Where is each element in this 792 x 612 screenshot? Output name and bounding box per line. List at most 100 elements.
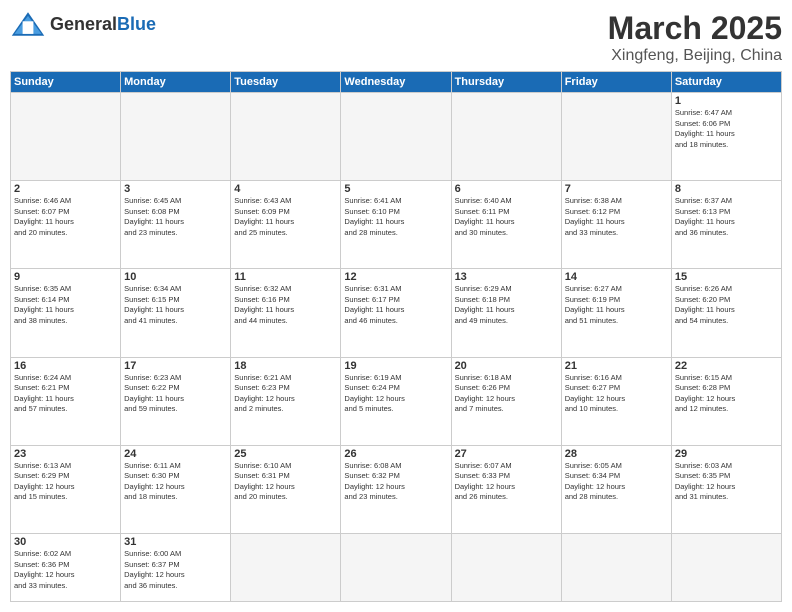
- calendar-cell: 17Sunrise: 6:23 AM Sunset: 6:22 PM Dayli…: [121, 357, 231, 445]
- day-info: Sunrise: 6:37 AM Sunset: 6:13 PM Dayligh…: [675, 196, 778, 238]
- day-number: 19: [344, 360, 447, 372]
- day-number: 16: [14, 360, 117, 372]
- calendar-cell: [11, 93, 121, 181]
- day-number: 21: [565, 360, 668, 372]
- day-info: Sunrise: 6:43 AM Sunset: 6:09 PM Dayligh…: [234, 196, 337, 238]
- calendar-table: SundayMondayTuesdayWednesdayThursdayFrid…: [10, 71, 782, 602]
- day-info: Sunrise: 6:11 AM Sunset: 6:30 PM Dayligh…: [124, 461, 227, 503]
- day-info: Sunrise: 6:23 AM Sunset: 6:22 PM Dayligh…: [124, 373, 227, 415]
- calendar-cell: 20Sunrise: 6:18 AM Sunset: 6:26 PM Dayli…: [451, 357, 561, 445]
- day-number: 7: [565, 183, 668, 195]
- main-title: March 2025: [608, 10, 782, 47]
- calendar-cell: 27Sunrise: 6:07 AM Sunset: 6:33 PM Dayli…: [451, 445, 561, 533]
- day-info: Sunrise: 6:26 AM Sunset: 6:20 PM Dayligh…: [675, 284, 778, 326]
- calendar-cell: [561, 534, 671, 602]
- day-info: Sunrise: 6:02 AM Sunset: 6:36 PM Dayligh…: [14, 549, 117, 591]
- day-number: 30: [14, 536, 117, 548]
- calendar-cell: 2Sunrise: 6:46 AM Sunset: 6:07 PM Daylig…: [11, 181, 121, 269]
- calendar-cell: 29Sunrise: 6:03 AM Sunset: 6:35 PM Dayli…: [671, 445, 781, 533]
- day-info: Sunrise: 6:10 AM Sunset: 6:31 PM Dayligh…: [234, 461, 337, 503]
- calendar-cell: [341, 93, 451, 181]
- subtitle: Xingfeng, Beijing, China: [608, 47, 782, 65]
- calendar-week-0: 1Sunrise: 6:47 AM Sunset: 6:06 PM Daylig…: [11, 93, 782, 181]
- calendar-cell: 26Sunrise: 6:08 AM Sunset: 6:32 PM Dayli…: [341, 445, 451, 533]
- day-number: 5: [344, 183, 447, 195]
- day-info: Sunrise: 6:00 AM Sunset: 6:37 PM Dayligh…: [124, 549, 227, 591]
- day-info: Sunrise: 6:32 AM Sunset: 6:16 PM Dayligh…: [234, 284, 337, 326]
- calendar-cell: [451, 534, 561, 602]
- calendar-header-saturday: Saturday: [671, 72, 781, 93]
- calendar-cell: 24Sunrise: 6:11 AM Sunset: 6:30 PM Dayli…: [121, 445, 231, 533]
- day-number: 20: [455, 360, 558, 372]
- calendar-cell: 5Sunrise: 6:41 AM Sunset: 6:10 PM Daylig…: [341, 181, 451, 269]
- calendar-cell: [451, 93, 561, 181]
- calendar-cell: [341, 534, 451, 602]
- calendar-cell: 28Sunrise: 6:05 AM Sunset: 6:34 PM Dayli…: [561, 445, 671, 533]
- day-number: 12: [344, 271, 447, 283]
- day-number: 10: [124, 271, 227, 283]
- calendar-cell: [671, 534, 781, 602]
- day-number: 28: [565, 448, 668, 460]
- calendar-cell: 22Sunrise: 6:15 AM Sunset: 6:28 PM Dayli…: [671, 357, 781, 445]
- header: GeneralBlue March 2025 Xingfeng, Beijing…: [10, 10, 782, 65]
- calendar-cell: 19Sunrise: 6:19 AM Sunset: 6:24 PM Dayli…: [341, 357, 451, 445]
- calendar-header-wednesday: Wednesday: [341, 72, 451, 93]
- calendar-cell: 30Sunrise: 6:02 AM Sunset: 6:36 PM Dayli…: [11, 534, 121, 602]
- calendar-cell: 7Sunrise: 6:38 AM Sunset: 6:12 PM Daylig…: [561, 181, 671, 269]
- day-info: Sunrise: 6:13 AM Sunset: 6:29 PM Dayligh…: [14, 461, 117, 503]
- calendar-cell: 4Sunrise: 6:43 AM Sunset: 6:09 PM Daylig…: [231, 181, 341, 269]
- calendar-cell: 3Sunrise: 6:45 AM Sunset: 6:08 PM Daylig…: [121, 181, 231, 269]
- day-info: Sunrise: 6:19 AM Sunset: 6:24 PM Dayligh…: [344, 373, 447, 415]
- logo: GeneralBlue: [10, 10, 156, 38]
- day-info: Sunrise: 6:46 AM Sunset: 6:07 PM Dayligh…: [14, 196, 117, 238]
- day-number: 24: [124, 448, 227, 460]
- day-number: 14: [565, 271, 668, 283]
- day-number: 18: [234, 360, 337, 372]
- calendar-week-4: 23Sunrise: 6:13 AM Sunset: 6:29 PM Dayli…: [11, 445, 782, 533]
- calendar-header-sunday: Sunday: [11, 72, 121, 93]
- title-block: March 2025 Xingfeng, Beijing, China: [608, 10, 782, 65]
- day-info: Sunrise: 6:16 AM Sunset: 6:27 PM Dayligh…: [565, 373, 668, 415]
- calendar-cell: [231, 93, 341, 181]
- day-info: Sunrise: 6:29 AM Sunset: 6:18 PM Dayligh…: [455, 284, 558, 326]
- calendar-cell: [231, 534, 341, 602]
- page: GeneralBlue March 2025 Xingfeng, Beijing…: [0, 0, 792, 612]
- day-info: Sunrise: 6:38 AM Sunset: 6:12 PM Dayligh…: [565, 196, 668, 238]
- calendar-week-2: 9Sunrise: 6:35 AM Sunset: 6:14 PM Daylig…: [11, 269, 782, 357]
- calendar-week-5: 30Sunrise: 6:02 AM Sunset: 6:36 PM Dayli…: [11, 534, 782, 602]
- day-info: Sunrise: 6:47 AM Sunset: 6:06 PM Dayligh…: [675, 108, 778, 150]
- day-number: 31: [124, 536, 227, 548]
- day-info: Sunrise: 6:15 AM Sunset: 6:28 PM Dayligh…: [675, 373, 778, 415]
- calendar-cell: 31Sunrise: 6:00 AM Sunset: 6:37 PM Dayli…: [121, 534, 231, 602]
- day-info: Sunrise: 6:05 AM Sunset: 6:34 PM Dayligh…: [565, 461, 668, 503]
- day-number: 27: [455, 448, 558, 460]
- day-info: Sunrise: 6:03 AM Sunset: 6:35 PM Dayligh…: [675, 461, 778, 503]
- calendar-cell: 13Sunrise: 6:29 AM Sunset: 6:18 PM Dayli…: [451, 269, 561, 357]
- day-number: 6: [455, 183, 558, 195]
- day-number: 15: [675, 271, 778, 283]
- day-number: 8: [675, 183, 778, 195]
- day-number: 11: [234, 271, 337, 283]
- day-info: Sunrise: 6:24 AM Sunset: 6:21 PM Dayligh…: [14, 373, 117, 415]
- calendar-header-thursday: Thursday: [451, 72, 561, 93]
- calendar-cell: 1Sunrise: 6:47 AM Sunset: 6:06 PM Daylig…: [671, 93, 781, 181]
- day-number: 2: [14, 183, 117, 195]
- day-info: Sunrise: 6:35 AM Sunset: 6:14 PM Dayligh…: [14, 284, 117, 326]
- logo-text: GeneralBlue: [50, 14, 156, 35]
- calendar-header-monday: Monday: [121, 72, 231, 93]
- calendar-cell: [121, 93, 231, 181]
- calendar-cell: 21Sunrise: 6:16 AM Sunset: 6:27 PM Dayli…: [561, 357, 671, 445]
- calendar-header-friday: Friday: [561, 72, 671, 93]
- calendar-cell: 8Sunrise: 6:37 AM Sunset: 6:13 PM Daylig…: [671, 181, 781, 269]
- day-info: Sunrise: 6:08 AM Sunset: 6:32 PM Dayligh…: [344, 461, 447, 503]
- day-number: 4: [234, 183, 337, 195]
- day-number: 17: [124, 360, 227, 372]
- day-number: 23: [14, 448, 117, 460]
- day-info: Sunrise: 6:18 AM Sunset: 6:26 PM Dayligh…: [455, 373, 558, 415]
- calendar-cell: [561, 93, 671, 181]
- day-info: Sunrise: 6:34 AM Sunset: 6:15 PM Dayligh…: [124, 284, 227, 326]
- day-info: Sunrise: 6:40 AM Sunset: 6:11 PM Dayligh…: [455, 196, 558, 238]
- calendar-cell: 9Sunrise: 6:35 AM Sunset: 6:14 PM Daylig…: [11, 269, 121, 357]
- calendar-cell: 16Sunrise: 6:24 AM Sunset: 6:21 PM Dayli…: [11, 357, 121, 445]
- calendar-cell: 23Sunrise: 6:13 AM Sunset: 6:29 PM Dayli…: [11, 445, 121, 533]
